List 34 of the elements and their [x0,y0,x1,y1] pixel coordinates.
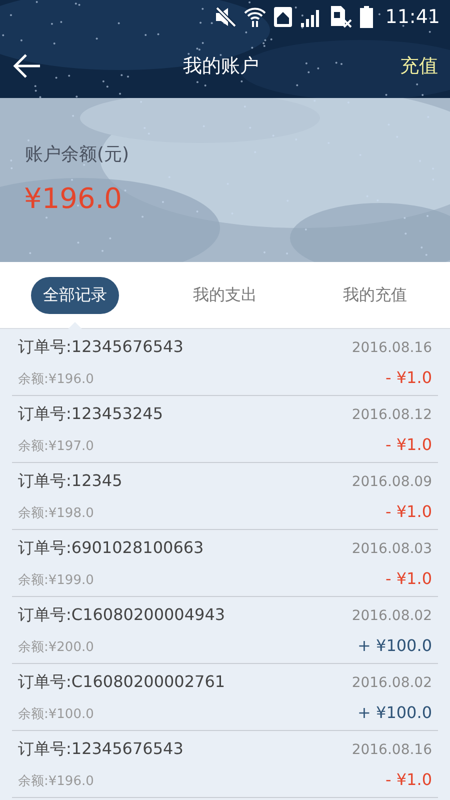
order-number: 订单号:12345676543 [18,336,184,358]
order-number: 订单号:C16080200002761 [18,672,226,692]
balance-label: 账户余额(元) [25,143,130,166]
tab-pointer [67,322,83,330]
record-amount: - ¥1.0 [386,502,432,520]
record-balance: 余额:¥198.0 [18,504,94,522]
order-number: 订单号:12345676543 [18,738,184,760]
record-amount: - ¥1.0 [386,770,432,788]
record-amount: + ¥100.0 [358,702,432,722]
record-balance: 余额:¥196.0 [18,370,94,388]
record-amount: + ¥100.0 [358,636,432,654]
record-balance: 余额:¥200.0 [18,638,94,656]
record-date: 2016.08.12 [352,406,432,422]
record-date: 2016.08.16 [352,742,432,758]
record-date: 2016.08.09 [352,474,432,490]
filter-tab[interactable]: 我的支出 [181,276,269,314]
record-amount: - ¥1.0 [386,434,432,454]
record-amount: - ¥1.0 [386,568,432,588]
order-number: 订单号:6901028100663 [18,538,204,558]
filter-tab[interactable]: 我的充值 [331,276,419,314]
record-balance: 余额:¥197.0 [18,438,94,454]
record-date: 2016.08.16 [352,340,432,356]
order-number: 订单号:12345 [18,470,122,492]
balance-amount: ¥196.0 [24,182,122,215]
record-date: 2016.08.02 [352,674,432,690]
record-balance: 余额:¥196.0 [18,772,94,790]
record-amount: - ¥1.0 [386,368,432,386]
order-number: 订单号:123453245 [18,404,164,424]
record-balance: 余额:¥100.0 [18,706,94,722]
record-date: 2016.08.02 [352,608,432,624]
filter-tab[interactable]: 全部记录 [31,276,119,314]
order-number: 订单号:C16080200004943 [18,604,226,626]
record-date: 2016.08.03 [352,540,432,556]
record-balance: 余额:¥199.0 [18,572,94,588]
